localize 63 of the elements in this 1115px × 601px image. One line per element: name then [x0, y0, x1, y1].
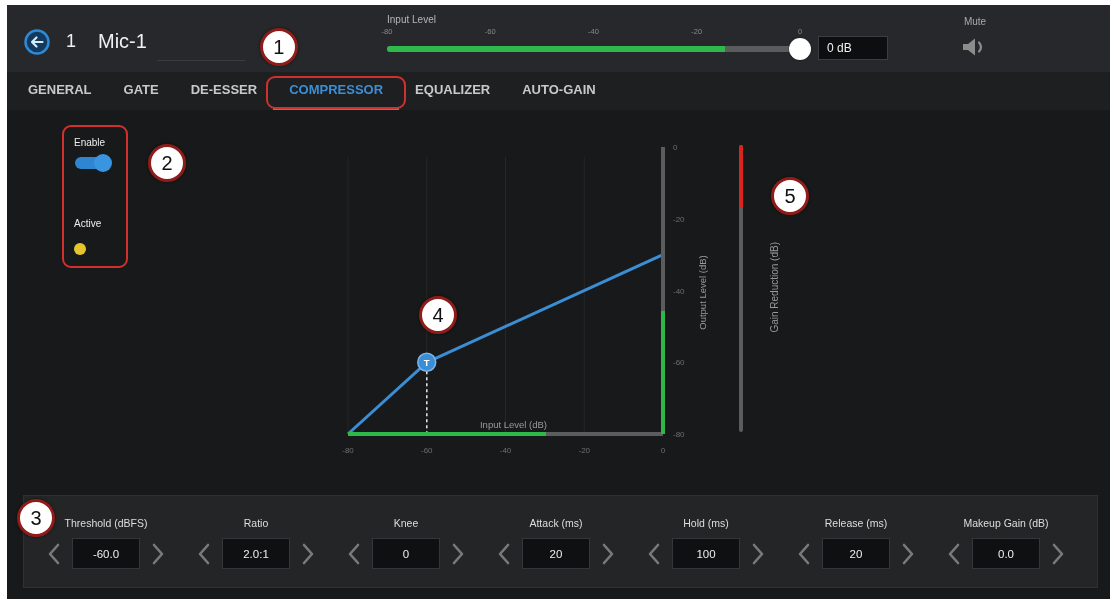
chevron-left-icon[interactable] [648, 542, 660, 565]
tab[interactable]: COMPRESSOR [273, 72, 400, 110]
parameter-label: Threshold (dBFS) [64, 517, 148, 529]
enable-toggle[interactable] [74, 154, 112, 172]
tab[interactable]: DE-ESSER [174, 72, 274, 110]
tab[interactable]: EQUALIZER [399, 72, 507, 110]
chevron-right-icon[interactable] [302, 542, 314, 565]
tick-label: 0 [673, 143, 678, 152]
active-label: Active [74, 218, 102, 230]
threshold-handle[interactable]: T [417, 352, 437, 372]
chevron-left-icon[interactable] [798, 542, 810, 565]
parameter-label: Ratio [243, 517, 269, 529]
tick-label: -60 [673, 358, 685, 368]
meter-label: Input Level [387, 14, 436, 26]
axis-title: Gain Reduction (dB) [769, 242, 780, 333]
chevron-left-icon[interactable] [498, 542, 510, 565]
value-field[interactable]: 0.0 [972, 538, 1040, 569]
chevron-right-icon[interactable] [452, 542, 464, 565]
chevron-right-icon[interactable] [1052, 542, 1064, 565]
tick-label: -80 [342, 446, 354, 455]
dashed-guide-line [426, 370, 428, 433]
value-field[interactable]: 0 [372, 538, 440, 569]
slider-thumb[interactable] [789, 38, 811, 60]
parameter-label: Knee [393, 517, 419, 529]
value-field[interactable]: 20 [522, 538, 590, 569]
value-field[interactable]: -60.0 [72, 538, 140, 569]
tab[interactable]: AUTO-GAIN [506, 72, 612, 110]
tick-label: -20 [578, 446, 591, 455]
value-field[interactable]: 20 [822, 538, 890, 569]
gain-value-field[interactable]: 0 dB [818, 36, 888, 60]
channel-name: Mic-1 [98, 30, 147, 53]
channel-number: 1 [66, 31, 76, 52]
chevron-left-icon[interactable] [48, 542, 60, 565]
mute-label: Mute [963, 16, 987, 28]
enable-label: Enable [74, 137, 106, 149]
chevron-left-icon[interactable] [948, 542, 960, 565]
parameter-label: Hold (ms) [683, 517, 729, 529]
callout-number: 5 [771, 177, 809, 215]
callout-number: 4 [419, 296, 457, 334]
value-field[interactable]: 100 [672, 538, 740, 569]
tick-label: 0 [660, 446, 666, 455]
tick-label: -60 [420, 446, 433, 455]
tick-label: -20 [673, 214, 685, 224]
chevron-right-icon[interactable] [602, 542, 614, 565]
chevron-right-icon[interactable] [152, 542, 164, 565]
value-field[interactable]: 2.0:1 [222, 538, 290, 569]
tick-label: -80 [673, 430, 685, 439]
callout-number: 2 [148, 144, 186, 182]
parameter-label: Attack (ms) [529, 517, 583, 529]
parameter-label: Release (ms) [824, 517, 888, 529]
callout-number: 3 [17, 499, 55, 537]
chevron-left-icon[interactable] [198, 542, 210, 565]
tick-label: -40 [673, 286, 685, 296]
tick-label: -40 [499, 446, 512, 455]
chevron-right-icon[interactable] [902, 542, 914, 565]
chevron-left-icon[interactable] [348, 542, 360, 565]
chevron-right-icon[interactable] [752, 542, 764, 565]
axis-title: Input Level (dB) [479, 419, 548, 430]
parameter-label: Makeup Gain (dB) [963, 517, 1049, 529]
axis-title: Output Level (dB) [697, 255, 708, 330]
tab[interactable]: GENERAL [12, 72, 108, 110]
callout-number: 1 [259, 28, 298, 66]
tab[interactable]: GATE [107, 72, 175, 110]
